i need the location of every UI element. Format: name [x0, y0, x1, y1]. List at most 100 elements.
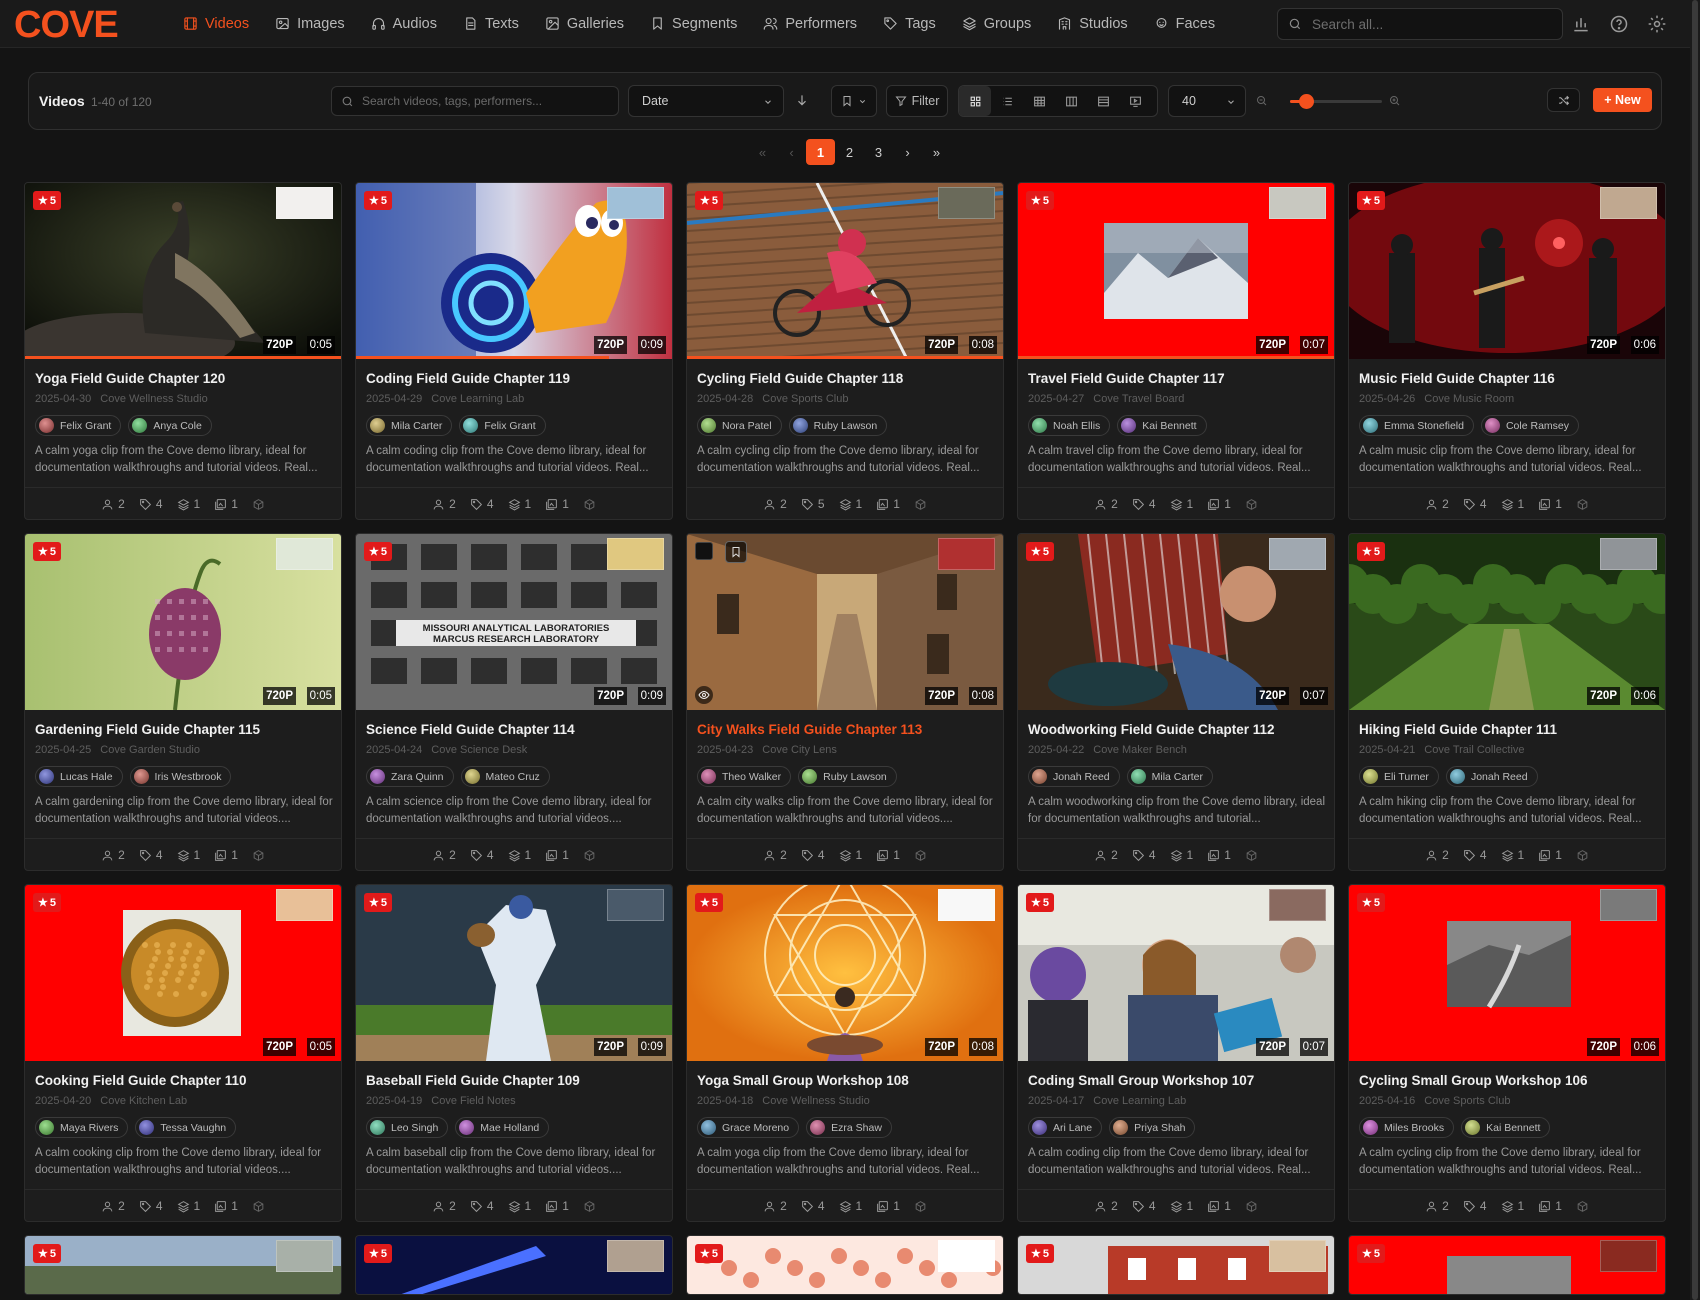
preview-thumbnail[interactable] — [276, 889, 333, 921]
galleries-count[interactable]: 1 — [214, 848, 238, 862]
performer-chip[interactable]: Felix Grant — [35, 415, 122, 436]
last-page-button[interactable]: » — [922, 139, 951, 165]
video-thumbnail[interactable]: MISSOURI ANALYTICAL LABORATORIES MARCUS R… — [356, 534, 672, 710]
cube-menu[interactable] — [583, 849, 596, 862]
preview-thumbnail[interactable] — [1269, 538, 1326, 570]
performers-count[interactable]: 2 — [1094, 497, 1118, 511]
preview-thumbnail[interactable] — [276, 1240, 333, 1272]
video-card[interactable]: ★ 5 720P 0:08 Yoga Small Group Workshop 108… — [686, 884, 1004, 1222]
performers-count[interactable]: 2 — [432, 848, 456, 862]
performers-count[interactable]: 2 — [1094, 1199, 1118, 1213]
shuffle-button[interactable] — [1547, 88, 1580, 112]
preview-thumbnail[interactable] — [1269, 187, 1326, 219]
performers-count[interactable]: 2 — [432, 1199, 456, 1213]
groups-count[interactable]: 1 — [508, 1199, 531, 1213]
video-studio[interactable]: Cove Field Notes — [431, 1095, 515, 1107]
prev-page-button[interactable]: ‹ — [777, 139, 806, 165]
galleries-count[interactable]: 1 — [214, 497, 238, 511]
performers-count[interactable]: 2 — [1425, 1199, 1449, 1213]
performer-chip[interactable]: Grace Moreno — [697, 1117, 800, 1138]
video-title[interactable]: Gardening Field Guide Chapter 115 — [35, 722, 260, 737]
zoom-out-icon[interactable] — [1256, 95, 1268, 107]
video-studio[interactable]: Cove Garden Studio — [100, 744, 200, 756]
video-studio[interactable]: Cove Sports Club — [1424, 1095, 1510, 1107]
video-studio[interactable]: Cove City Lens — [762, 744, 837, 756]
groups-count[interactable]: 1 — [177, 497, 200, 511]
groups-count[interactable]: 1 — [839, 848, 862, 862]
bookmark-toggle[interactable] — [725, 541, 747, 563]
video-title[interactable]: Coding Field Guide Chapter 119 — [366, 371, 570, 386]
performers-count[interactable]: 2 — [432, 497, 456, 511]
cube-menu[interactable] — [914, 849, 927, 862]
preview-thumbnail[interactable] — [607, 889, 664, 921]
video-studio[interactable]: Cove Kitchen Lab — [100, 1095, 187, 1107]
video-card[interactable]: 720P 0:08 City Walks Field Guide Chapter … — [686, 533, 1004, 871]
cube-menu[interactable] — [1245, 1200, 1258, 1213]
groups-count[interactable]: 1 — [839, 1199, 862, 1213]
page-scrollbar[interactable] — [1690, 0, 1700, 1300]
performers-count[interactable]: 2 — [1425, 497, 1449, 511]
video-title[interactable]: Yoga Field Guide Chapter 120 — [35, 371, 225, 386]
video-thumbnail[interactable]: ★ 5 720P 0:07 — [1018, 183, 1334, 359]
video-card[interactable]: ★ 5 720P 0:06 Cycling Small Group Workshop … — [1348, 884, 1666, 1222]
preview-thumbnail[interactable] — [607, 1240, 664, 1272]
galleries-count[interactable]: 1 — [1207, 848, 1231, 862]
video-card[interactable]: ★ 5 720P 0:05 Cooking Field Guide Chapter 1… — [24, 884, 342, 1222]
video-thumbnail[interactable]: ★ 5 720P 0:06 — [1349, 885, 1665, 1061]
performer-chip[interactable]: Mila Carter — [1126, 766, 1213, 787]
view-columns-button[interactable] — [1055, 86, 1087, 116]
cube-menu[interactable] — [1245, 498, 1258, 511]
video-card[interactable]: ★ 5 — [355, 1235, 673, 1295]
video-card[interactable]: MISSOURI ANALYTICAL LABORATORIES MARCUS R… — [355, 533, 673, 871]
saved-filters-button[interactable] — [831, 85, 877, 117]
next-page-button[interactable]: › — [893, 139, 922, 165]
video-card[interactable]: ★ 5 720P 0:07 Woodworking Field Guide Chapt… — [1017, 533, 1335, 871]
nav-item-faces[interactable]: Faces — [1141, 0, 1229, 48]
video-studio[interactable]: Cove Travel Board — [1093, 393, 1184, 405]
scrollbar-thumb[interactable] — [1692, 0, 1698, 1300]
nav-item-studios[interactable]: Studios — [1044, 0, 1140, 48]
nav-item-galleries[interactable]: Galleries — [532, 0, 637, 48]
preview-thumbnail[interactable] — [607, 187, 664, 219]
performer-chip[interactable]: Zara Quinn — [366, 766, 454, 787]
video-thumbnail[interactable]: ★ 5 720P 0:09 — [356, 885, 672, 1061]
galleries-count[interactable]: 1 — [1538, 497, 1562, 511]
view-rows-button[interactable] — [1087, 86, 1119, 116]
nav-item-segments[interactable]: Segments — [637, 0, 750, 48]
performer-chip[interactable]: Noah Ellis — [1028, 415, 1111, 436]
galleries-count[interactable]: 1 — [876, 848, 900, 862]
cube-menu[interactable] — [914, 1200, 927, 1213]
help-icon[interactable] — [1609, 14, 1629, 34]
tags-count[interactable]: 4 — [139, 497, 163, 511]
sort-direction-arrow-icon[interactable] — [795, 93, 809, 107]
groups-count[interactable]: 1 — [1170, 1199, 1193, 1213]
video-card[interactable]: ★ 5 720P 0:08 Cycling Field Guide Chapter 1… — [686, 182, 1004, 520]
view-slideshow-button[interactable] — [1119, 86, 1151, 116]
video-studio[interactable]: Cove Trail Collective — [1424, 744, 1524, 756]
nav-item-images[interactable]: Images — [262, 0, 358, 48]
video-studio[interactable]: Cove Music Room — [1424, 393, 1514, 405]
groups-count[interactable]: 1 — [1170, 848, 1193, 862]
video-thumbnail[interactable]: ★ 5 — [356, 1236, 672, 1294]
preview-thumbnail[interactable] — [938, 889, 995, 921]
zoom-in-icon[interactable] — [1389, 95, 1401, 107]
tags-count[interactable]: 4 — [1132, 848, 1156, 862]
video-title[interactable]: Cycling Small Group Workshop 106 — [1359, 1073, 1588, 1088]
video-card[interactable]: ★ 5 720P 0:05 Yoga Field Guide Chapter 120 … — [24, 182, 342, 520]
performer-chip[interactable]: Maya Rivers — [35, 1117, 129, 1138]
global-search-input[interactable] — [1312, 16, 1542, 32]
performer-chip[interactable]: Mila Carter — [366, 415, 453, 436]
per-page-select[interactable]: 40 — [1168, 85, 1246, 117]
video-thumbnail[interactable]: ★ 5 — [1349, 1236, 1665, 1294]
nav-item-groups[interactable]: Groups — [949, 0, 1045, 48]
groups-count[interactable]: 1 — [177, 1199, 200, 1213]
performer-chip[interactable]: Anya Cole — [128, 415, 212, 436]
video-search-input[interactable] — [362, 94, 602, 108]
tags-count[interactable]: 4 — [1463, 848, 1487, 862]
cube-menu[interactable] — [914, 498, 927, 511]
video-title[interactable]: Music Field Guide Chapter 116 — [1359, 371, 1555, 386]
video-thumbnail[interactable]: ★ 5 720P 0:05 — [25, 534, 341, 710]
galleries-count[interactable]: 1 — [876, 497, 900, 511]
video-thumbnail[interactable]: ★ 5 — [687, 1236, 1003, 1294]
tags-count[interactable]: 4 — [1132, 497, 1156, 511]
